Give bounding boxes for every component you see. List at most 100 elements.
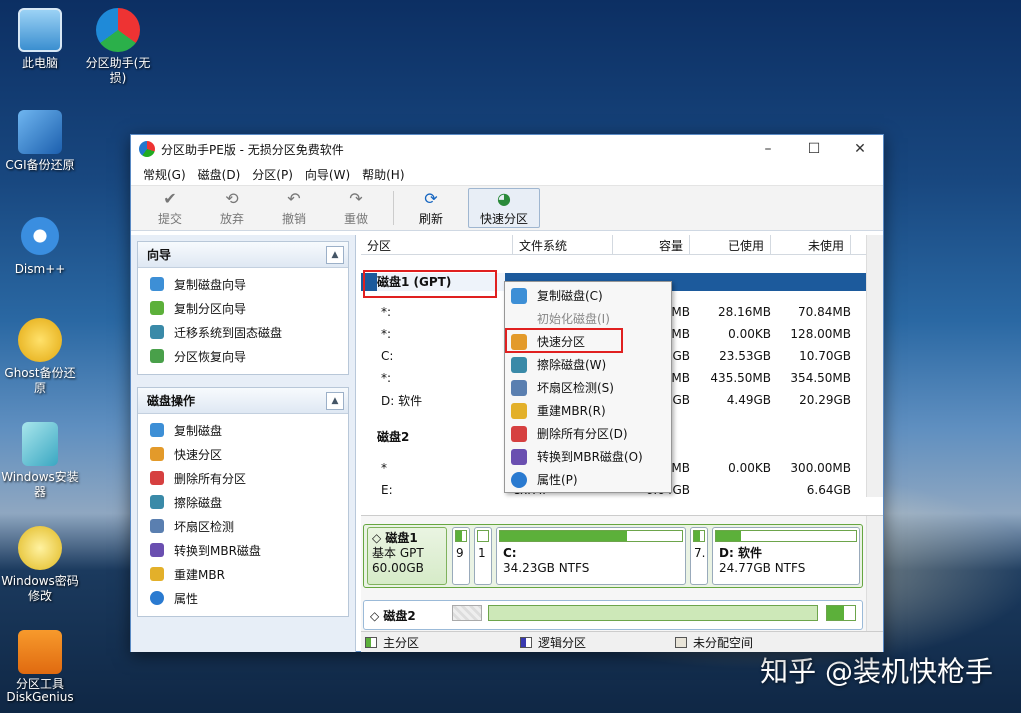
cell-free: 128.00MB xyxy=(790,327,851,341)
op-delete-all[interactable]: 删除所有分区 xyxy=(138,466,348,490)
op-copy-disk[interactable]: 复制磁盘 xyxy=(138,418,348,442)
disk2-name: 磁盘2 xyxy=(383,609,416,623)
menu-bar: 常规(G) 磁盘(D) 分区(P) 向导(W) 帮助(H) xyxy=(131,163,883,185)
maximize-button[interactable]: ☐ xyxy=(791,135,837,163)
refresh-button[interactable]: ⟳ 刷新 xyxy=(400,188,462,228)
wizard-copy-disk[interactable]: 复制磁盘向导 xyxy=(138,272,348,296)
partition-tile[interactable]: 1 xyxy=(474,527,492,585)
desktop-icon-this-pc[interactable]: 此电脑 xyxy=(0,8,80,71)
cell-free: 20.29GB xyxy=(799,393,851,407)
close-button[interactable]: ✕ xyxy=(837,135,883,163)
col-filesystem[interactable]: 文件系统 xyxy=(513,235,613,254)
ctx-rebuild-mbr[interactable]: 重建MBR(R) xyxy=(507,399,669,422)
quick-partition-icon xyxy=(150,447,164,461)
toolbar-label: 提交 xyxy=(157,211,182,226)
grid-scrollbar[interactable] xyxy=(866,235,883,497)
ctx-item-label: 删除所有分区(D) xyxy=(537,427,628,441)
desktop-icon-label: Ghost备份还原 xyxy=(4,366,76,395)
quick-partition-button[interactable]: ◕ 快速分区 xyxy=(468,188,540,228)
disk1-map[interactable]: ◇ 磁盘1 基本 GPT 60.00GB 9 1 C: 34.23GB NTFS … xyxy=(363,524,863,588)
partition-d-detail: 24.77GB NTFS xyxy=(719,561,806,575)
ctx-wipe-disk[interactable]: 擦除磁盘(W) xyxy=(507,353,669,376)
key-icon xyxy=(18,526,62,570)
disk2-map[interactable]: ◇ 磁盘2 xyxy=(363,600,863,630)
col-partition[interactable]: 分区 xyxy=(361,235,513,254)
menu-general[interactable]: 常规(G) xyxy=(137,166,192,183)
menu-help[interactable]: 帮助(H) xyxy=(356,166,410,183)
ctx-quick-partition[interactable]: 快速分区 xyxy=(505,328,669,353)
ctx-bad-sector[interactable]: 坏扇区检测(S) xyxy=(507,376,669,399)
ctx-convert-mbr[interactable]: 转换到MBR磁盘(O) xyxy=(507,445,669,468)
desktop-icon-cgi[interactable]: CGI备份还原 xyxy=(0,110,80,173)
wizard-item-label: 复制磁盘向导 xyxy=(174,277,247,292)
menu-wizard[interactable]: 向导(W) xyxy=(299,166,356,183)
op-properties[interactable]: 属性 xyxy=(138,586,348,610)
partition-tile[interactable] xyxy=(488,605,818,621)
undo-button[interactable]: ↶ 撤销 xyxy=(263,188,325,228)
toolbar-label: 刷新 xyxy=(418,211,443,226)
ctx-copy-disk[interactable]: 复制磁盘(C) xyxy=(507,284,669,307)
undo-icon: ↶ xyxy=(287,188,301,208)
commit-button[interactable]: ✔ 提交 xyxy=(139,188,201,228)
context-menu: 复制磁盘(C) 初始化磁盘(I) 快速分区 擦除磁盘(W) 坏扇区检测(S) 重… xyxy=(504,281,672,493)
wizard-copy-partition[interactable]: 复制分区向导 xyxy=(138,296,348,320)
cell-used: 28.16MB xyxy=(718,305,771,319)
ctx-item-label: 属性(P) xyxy=(537,473,578,487)
desktop-icon-diskgenius[interactable]: 分区工具DiskGenius xyxy=(0,630,80,704)
desktop-icon-partition-assistant[interactable]: 分区助手(无损) xyxy=(78,8,158,86)
cell-free: 10.70GB xyxy=(799,349,851,363)
cell-free: 300.00MB xyxy=(790,461,851,475)
op-rebuild-mbr[interactable]: 重建MBR xyxy=(138,562,348,586)
desktop-icon-dism[interactable]: Dism++ xyxy=(0,214,80,277)
copy-disk-icon xyxy=(511,287,527,304)
partition-c-tile[interactable]: C: 34.23GB NTFS xyxy=(496,527,686,585)
partition-c-label: C: xyxy=(503,546,517,560)
title-bar[interactable]: 分区助手PE版 - 无损分区免费软件 – ☐ ✕ xyxy=(131,135,883,163)
cell-partition: E: xyxy=(381,483,393,497)
convert-icon xyxy=(511,448,527,465)
desktop-icon-label: Windows密码修改 xyxy=(1,574,79,603)
toolbar-separator xyxy=(393,191,394,225)
collapse-icon[interactable]: ▲ xyxy=(326,245,344,264)
partition-tile[interactable]: 7. xyxy=(690,527,708,585)
partition-d-tile[interactable]: D: 软件 24.77GB NTFS xyxy=(712,527,860,585)
unallocated-swatch xyxy=(675,636,687,648)
watermark: 知乎 @装机快枪手 xyxy=(760,655,993,688)
collapse-icon[interactable]: ▲ xyxy=(326,391,344,410)
redo-button[interactable]: ↷ 重做 xyxy=(325,188,387,228)
unallocated-tile[interactable] xyxy=(452,605,482,621)
ctx-delete-all[interactable]: 删除所有分区(D) xyxy=(507,422,669,445)
check-icon: ✔ xyxy=(163,188,177,208)
col-free[interactable]: 未使用 xyxy=(771,235,851,254)
disk-ops-panel-header: 磁盘操作 ▲ xyxy=(138,388,348,414)
op-item-label: 重建MBR xyxy=(174,567,225,582)
disk-icon: ◇ xyxy=(370,609,384,623)
toolbar-label: 快速分区 xyxy=(479,211,528,226)
op-convert-mbr[interactable]: 转换到MBR磁盘 xyxy=(138,538,348,562)
ctx-properties[interactable]: 属性(P) xyxy=(507,468,669,491)
menu-partition[interactable]: 分区(P) xyxy=(246,166,299,183)
menu-disk[interactable]: 磁盘(D) xyxy=(192,166,247,183)
wizard-migrate-ssd[interactable]: 迁移系统到固态磁盘 xyxy=(138,320,348,344)
desktop-icon-password[interactable]: Windows密码修改 xyxy=(0,526,80,604)
rebuild-mbr-icon xyxy=(150,567,164,581)
map-scrollbar[interactable] xyxy=(866,516,883,632)
convert-icon xyxy=(150,543,164,557)
wizard-recover-partition[interactable]: 分区恢复向导 xyxy=(138,344,348,368)
minimize-button[interactable]: – xyxy=(745,135,791,163)
copy-disk-icon xyxy=(150,423,164,437)
col-used[interactable]: 已使用 xyxy=(690,235,771,254)
partition-tile[interactable]: 9 xyxy=(452,527,470,585)
op-wipe-disk[interactable]: 擦除磁盘 xyxy=(138,490,348,514)
toolbar: ✔ 提交 ⟲ 放弃 ↶ 撤销 ↷ 重做 ⟳ 刷新 ◕ 快速分区 xyxy=(131,185,883,231)
partition-tile[interactable] xyxy=(826,605,856,621)
desktop-icon-ghost[interactable]: Ghost备份还原 xyxy=(0,318,80,396)
disk-icon: ◇ xyxy=(372,531,386,545)
disk1-name: 磁盘1 xyxy=(385,531,418,545)
op-bad-sector[interactable]: 坏扇区检测 xyxy=(138,514,348,538)
copy-disk-icon xyxy=(150,277,164,291)
discard-button[interactable]: ⟲ 放弃 xyxy=(201,188,263,228)
col-capacity[interactable]: 容量 xyxy=(613,235,690,254)
desktop-icon-windows-installer[interactable]: Windows安装器 xyxy=(0,422,80,500)
op-quick-partition[interactable]: 快速分区 xyxy=(138,442,348,466)
